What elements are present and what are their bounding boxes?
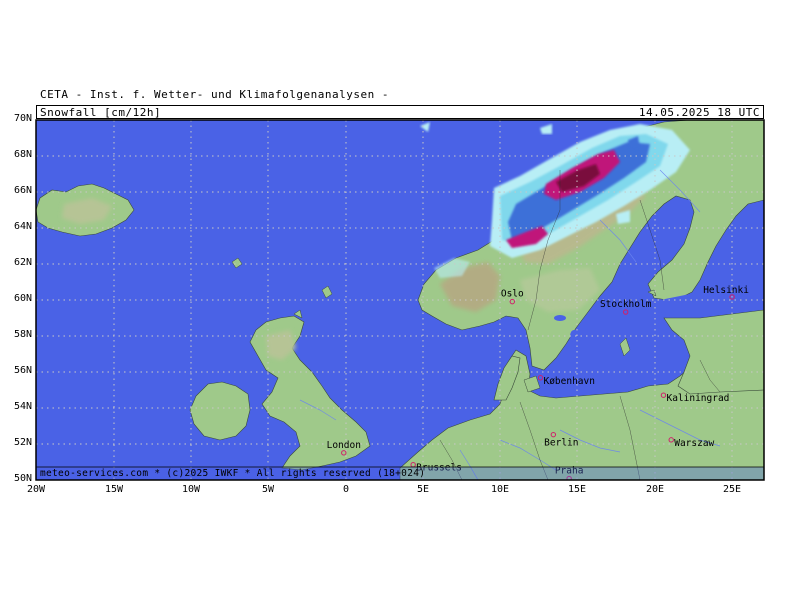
lon-label-15e: 15E [567,484,587,495]
city-label-helsinki: Helsinki [703,285,749,296]
lon-label-5w: 5W [261,484,275,495]
lat-label-66n: 66N [13,185,32,196]
lon-label-20w: 20W [26,484,46,495]
lat-label-60n: 60N [13,293,32,304]
city-label-warszaw: Warszaw [674,438,714,449]
lat-label-54n: 54N [13,401,32,412]
city-label-kbenhavn: København [543,376,594,387]
city-label-stockholm: Stockholm [600,299,652,310]
city-label-berlin: Berlin [544,438,578,449]
lon-label-10w: 10W [181,484,201,495]
lat-label-50n: 50N [13,473,32,484]
lon-label-5e: 5E [416,484,430,495]
lon-label-15w: 15W [104,484,124,495]
lon-label-20e: 20E [645,484,665,495]
city-label-kaliningrad: Kaliningrad [666,393,729,404]
city-label-oslo: Oslo [501,289,524,300]
copyright-footer: meteo-services.com * (c)2025 IWKF * All … [40,468,426,479]
lon-label-0: 0 [342,484,350,495]
snowfall-map: Oslo Stockholm Helsinki København Kaliningra… [35,119,765,481]
lat-label-58n: 58N [13,329,32,340]
lat-label-62n: 62N [13,257,32,268]
lon-label-25e: 25E [722,484,742,495]
lat-label-64n: 64N [13,221,32,232]
city-label-london: London [327,440,361,451]
lat-label-68n: 68N [13,149,32,160]
lon-label-10e: 10E [490,484,510,495]
lat-label-70n: 70N [13,113,32,124]
lat-label-56n: 56N [13,365,32,376]
lat-label-52n: 52N [13,437,32,448]
